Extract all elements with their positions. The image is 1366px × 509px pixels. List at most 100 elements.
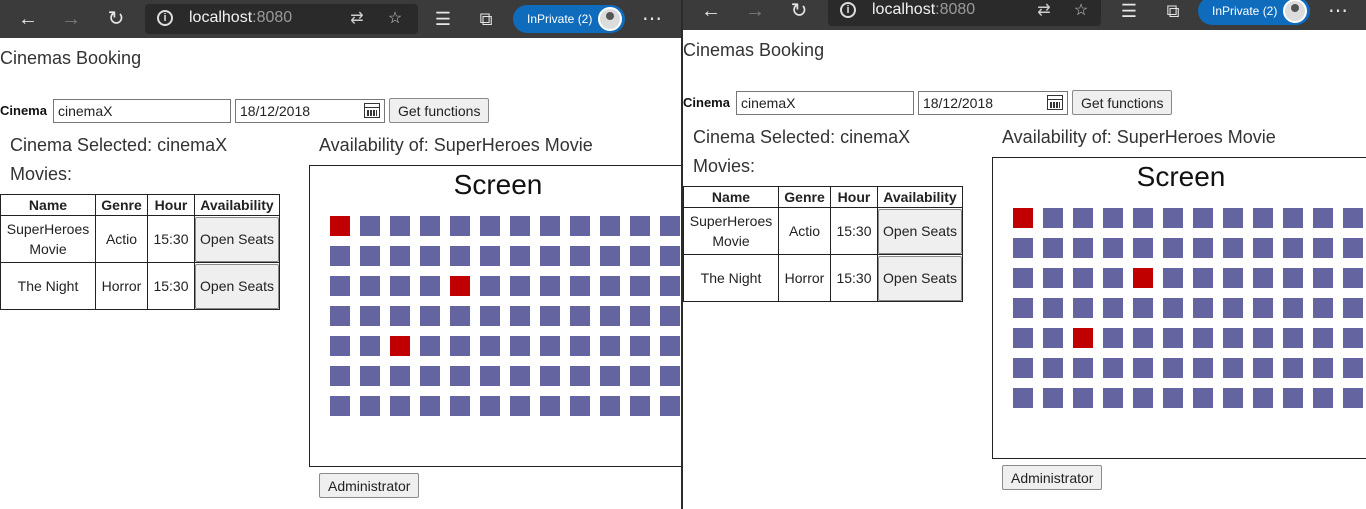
seat-available[interactable]: [600, 336, 620, 356]
seat-available[interactable]: [1283, 268, 1303, 288]
seat-available[interactable]: [1163, 358, 1183, 378]
seat-available[interactable]: [570, 396, 590, 416]
seat-available[interactable]: [330, 336, 350, 356]
seat-available[interactable]: [1043, 388, 1063, 408]
date-input[interactable]: [234, 98, 385, 123]
seat-available[interactable]: [510, 246, 530, 266]
seat-available[interactable]: [1133, 388, 1153, 408]
translate-icon[interactable]: ⇄: [347, 9, 367, 29]
seat-taken[interactable]: [330, 216, 350, 236]
seat-taken[interactable]: [1133, 268, 1153, 288]
seat-available[interactable]: [1223, 208, 1243, 228]
seat-available[interactable]: [330, 246, 350, 266]
seat-available[interactable]: [1283, 238, 1303, 258]
seat-available[interactable]: [420, 306, 440, 326]
seat-available[interactable]: [1253, 208, 1273, 228]
seat-available[interactable]: [1193, 298, 1213, 318]
seat-available[interactable]: [1073, 268, 1093, 288]
seat-available[interactable]: [420, 276, 440, 296]
favorite-star-icon[interactable]: ☆: [385, 9, 405, 29]
open-seats-button[interactable]: Open Seats: [878, 255, 962, 301]
seat-available[interactable]: [1223, 328, 1243, 348]
seat-available[interactable]: [540, 306, 560, 326]
seat-taken[interactable]: [1013, 208, 1033, 228]
seat-available[interactable]: [1313, 388, 1333, 408]
collections-icon[interactable]: ⧉: [1161, 0, 1185, 23]
seat-available[interactable]: [1103, 328, 1123, 348]
seat-available[interactable]: [450, 336, 470, 356]
seat-available[interactable]: [1223, 238, 1243, 258]
calendar-icon[interactable]: [363, 102, 380, 118]
seat-available[interactable]: [1073, 238, 1093, 258]
seat-available[interactable]: [570, 306, 590, 326]
seat-available[interactable]: [600, 306, 620, 326]
seat-available[interactable]: [1163, 388, 1183, 408]
seat-available[interactable]: [1283, 208, 1303, 228]
seat-available[interactable]: [510, 366, 530, 386]
calendar-icon[interactable]: [1046, 94, 1063, 110]
seat-available[interactable]: [1163, 328, 1183, 348]
seat-available[interactable]: [510, 396, 530, 416]
seat-available[interactable]: [330, 306, 350, 326]
seat-available[interactable]: [1193, 328, 1213, 348]
open-seats-button[interactable]: Open Seats: [195, 263, 279, 309]
profile-avatar-icon[interactable]: [1283, 0, 1307, 23]
seat-available[interactable]: [420, 396, 440, 416]
seat-available[interactable]: [480, 336, 500, 356]
seat-available[interactable]: [1343, 358, 1363, 378]
seat-available[interactable]: [660, 336, 680, 356]
seat-available[interactable]: [1073, 358, 1093, 378]
seat-available[interactable]: [480, 396, 500, 416]
administrator-button[interactable]: Administrator: [1002, 465, 1103, 490]
seat-available[interactable]: [630, 246, 650, 266]
address-bar[interactable]: i localhost:8080 ⇄ ☆: [145, 4, 418, 34]
more-menu-icon[interactable]: ⋯: [1326, 0, 1350, 23]
seat-available[interactable]: [660, 216, 680, 236]
seat-available[interactable]: [510, 276, 530, 296]
seat-available[interactable]: [510, 216, 530, 236]
seat-taken[interactable]: [450, 276, 470, 296]
back-icon[interactable]: ←: [16, 7, 40, 31]
seat-available[interactable]: [1133, 358, 1153, 378]
seat-available[interactable]: [1103, 238, 1123, 258]
seat-available[interactable]: [1013, 328, 1033, 348]
seat-available[interactable]: [480, 216, 500, 236]
seat-available[interactable]: [660, 396, 680, 416]
seat-available[interactable]: [660, 366, 680, 386]
date-input[interactable]: [917, 90, 1068, 115]
seat-available[interactable]: [330, 396, 350, 416]
seat-available[interactable]: [540, 276, 560, 296]
seat-available[interactable]: [1073, 388, 1093, 408]
seat-available[interactable]: [1073, 298, 1093, 318]
more-menu-icon[interactable]: ⋯: [640, 7, 664, 31]
seat-available[interactable]: [1283, 388, 1303, 408]
open-seats-button[interactable]: Open Seats: [195, 216, 279, 262]
seat-available[interactable]: [1343, 388, 1363, 408]
seat-available[interactable]: [1043, 298, 1063, 318]
seat-available[interactable]: [360, 276, 380, 296]
seat-available[interactable]: [600, 246, 620, 266]
date-field[interactable]: [917, 90, 1068, 115]
seat-available[interactable]: [1193, 238, 1213, 258]
inprivate-badge[interactable]: InPrivate (2): [513, 5, 625, 33]
seat-available[interactable]: [660, 246, 680, 266]
seat-available[interactable]: [1253, 358, 1273, 378]
forward-icon[interactable]: →: [743, 0, 767, 23]
seat-available[interactable]: [1343, 328, 1363, 348]
seat-available[interactable]: [600, 366, 620, 386]
seat-available[interactable]: [1313, 358, 1333, 378]
seat-available[interactable]: [480, 276, 500, 296]
date-field[interactable]: [234, 98, 385, 123]
seat-available[interactable]: [1343, 238, 1363, 258]
seat-available[interactable]: [1163, 238, 1183, 258]
seat-taken[interactable]: [390, 336, 410, 356]
seat-available[interactable]: [390, 216, 410, 236]
seat-available[interactable]: [1133, 238, 1153, 258]
seat-available[interactable]: [390, 396, 410, 416]
seat-available[interactable]: [1253, 388, 1273, 408]
refresh-icon[interactable]: ↻: [104, 7, 128, 31]
seat-available[interactable]: [1193, 388, 1213, 408]
seat-available[interactable]: [1313, 208, 1333, 228]
seat-available[interactable]: [630, 216, 650, 236]
seat-available[interactable]: [1013, 298, 1033, 318]
